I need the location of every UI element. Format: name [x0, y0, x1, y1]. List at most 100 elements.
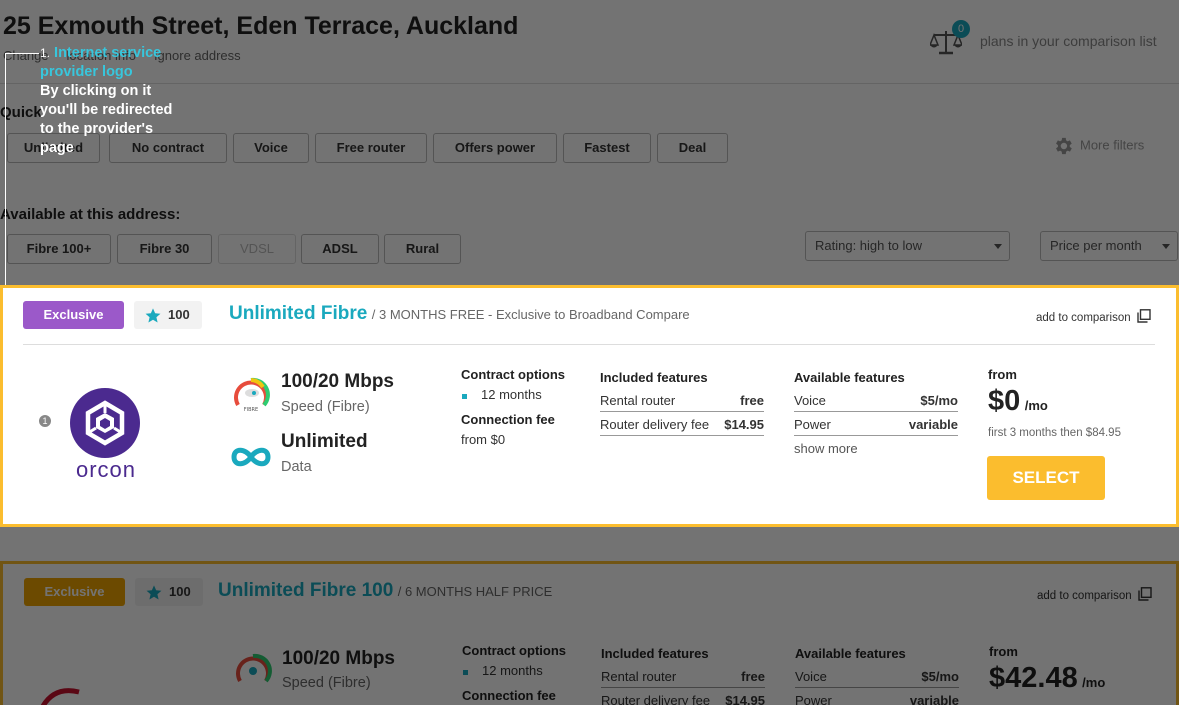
plan-title[interactable]: Unlimited Fibre / 3 MONTHS FREE - Exclus… [229, 303, 690, 325]
contract-option: 12 months [461, 387, 542, 402]
included-feature-row: Router delivery fee $14.95 [600, 416, 764, 436]
add-to-comparison[interactable]: add to comparison [1036, 309, 1151, 324]
feature-name: Power [794, 417, 831, 432]
available-feature-row: Voice $5/mo [795, 668, 959, 688]
speed-value: 100/20 Mbps [282, 648, 395, 669]
connection-fee-heading: Connection fee [462, 688, 556, 703]
price-amount: $0 [988, 385, 1021, 417]
available-feature-row: Power variable [794, 416, 958, 436]
show-more-link[interactable]: show more [794, 441, 858, 456]
available-features-heading: Available features [794, 370, 905, 385]
rating-value: 100 [168, 307, 190, 322]
comparison-label: plans in your comparison list [980, 33, 1157, 49]
gear-icon [1056, 137, 1072, 155]
plan-card-highlighted: Exclusive 100 Unlimited Fibre / 3 MONTHS… [0, 285, 1179, 527]
speed-label: Speed (Fibre) [281, 399, 370, 415]
data-label: Data [281, 459, 312, 475]
provider-logo[interactable]: orcon [66, 387, 146, 492]
feature-name: Voice [794, 393, 826, 408]
connection-fee-value: from $0 [461, 432, 506, 447]
provider-logo-graphic [40, 688, 80, 705]
plan-card: Exclusive 100 Unlimited Fibre 100 / 6 MO… [0, 561, 1179, 705]
copy-icon [1137, 309, 1151, 323]
more-filters-button[interactable]: More filters [1052, 135, 1144, 157]
tooltip: 1. Internet service provider logo By cli… [40, 44, 190, 158]
price-period: /mo [1024, 398, 1048, 413]
filter-free-router[interactable]: Free router [315, 133, 427, 163]
add-to-comparison-label: add to comparison [1036, 312, 1131, 324]
contract-options-heading: Contract options [461, 367, 565, 382]
feature-name: Voice [795, 669, 827, 684]
filter-deal[interactable]: Deal [657, 133, 728, 163]
price-period: /mo [1082, 675, 1106, 690]
comparison-count-badge: 0 [952, 20, 970, 38]
price: $0 /mo [988, 385, 1048, 418]
available-features-heading: Available features [795, 646, 906, 661]
rating-badge: 100 [135, 578, 203, 606]
connection-vdsl: VDSL [218, 234, 296, 264]
sort-select[interactable]: Rating: high to low [805, 231, 1010, 261]
included-features-heading: Included features [601, 646, 709, 661]
contract-option: 12 months [462, 663, 543, 678]
speed-value: 100/20 Mbps [281, 371, 394, 392]
rating-badge: 100 [134, 301, 202, 329]
tooltip-marker[interactable]: 1 [38, 414, 52, 428]
included-feature-row: Router delivery fee $14.95 [601, 692, 765, 705]
filter-fastest[interactable]: Fastest [563, 133, 651, 163]
connection-rural[interactable]: Rural [384, 234, 461, 264]
feature-value: $14.95 [724, 417, 764, 432]
speed-label: Speed (Fibre) [282, 675, 371, 691]
price-from-label: from [988, 367, 1017, 382]
exclusive-badge: Exclusive [24, 578, 125, 606]
plan-title[interactable]: Unlimited Fibre 100 / 6 MONTHS HALF PRIC… [218, 580, 552, 602]
filter-offers-power[interactable]: Offers power [433, 133, 557, 163]
more-filters-label: More filters [1080, 137, 1145, 153]
feature-name: Rental router [601, 669, 677, 684]
feature-name: Router delivery fee [600, 417, 710, 432]
plan-name[interactable]: Unlimited Fibre 100 [218, 580, 393, 601]
feature-value: variable [908, 417, 958, 432]
provider-logo[interactable] [39, 682, 179, 705]
feature-value: $14.95 [725, 693, 765, 705]
plan-promo: / 6 MONTHS HALF PRICE [397, 584, 553, 599]
data-value: Unlimited [281, 431, 368, 452]
feature-name: Router delivery fee [601, 693, 711, 705]
provider-name: orcon [75, 457, 137, 482]
price-select[interactable]: Price per month [1040, 231, 1178, 261]
rating-value: 100 [169, 584, 191, 599]
feature-value: free [741, 669, 765, 684]
gauge-label: FIBRE [244, 407, 258, 413]
feature-value: free [740, 393, 764, 408]
tooltip-title: Internet service provider logo [40, 45, 162, 80]
feature-name: Power [795, 693, 832, 705]
connection-fee-heading: Connection fee [461, 412, 555, 427]
filter-voice[interactable]: Voice [233, 133, 309, 163]
included-feature-row: Rental router free [600, 392, 764, 412]
select-button[interactable]: SELECT [987, 456, 1105, 500]
add-to-comparison[interactable]: add to comparison [1037, 587, 1152, 602]
address-title: 25 Exmouth Street, Eden Terrace, Aucklan… [3, 12, 519, 40]
available-feature-row: Voice $5/mo [794, 392, 958, 412]
plan-name[interactable]: Unlimited Fibre [229, 303, 367, 324]
connection-adsl[interactable]: ADSL [301, 234, 379, 264]
infinity-icon [231, 447, 271, 467]
chevron-down-icon [1162, 244, 1170, 249]
chevron-down-icon [994, 244, 1002, 249]
price-note: first 3 months then $84.95 [988, 427, 1121, 439]
feature-name: Rental router [600, 393, 676, 408]
price-select-value: Price per month [1050, 238, 1142, 253]
feature-value: $5/mo [920, 393, 958, 408]
plan-promo: / 3 MONTHS FREE - Exclusive to Broadband… [371, 307, 690, 322]
connection-fibre-30[interactable]: Fibre 30 [117, 234, 212, 264]
price: $42.48 /mo [989, 662, 1105, 695]
tooltip-number: 1. [40, 46, 51, 60]
exclusive-badge: Exclusive [23, 301, 124, 329]
tooltip-body: By clicking on it you'll be redirected t… [40, 83, 173, 156]
comparison-list[interactable]: 0 plans in your comparison list [930, 20, 1179, 60]
copy-icon [1138, 587, 1152, 601]
speed-gauge-icon [236, 653, 272, 683]
contract-options-heading: Contract options [462, 643, 566, 658]
available-feature-row: Power variable [795, 692, 959, 705]
feature-value: $5/mo [921, 669, 959, 684]
included-features-heading: Included features [600, 370, 708, 385]
